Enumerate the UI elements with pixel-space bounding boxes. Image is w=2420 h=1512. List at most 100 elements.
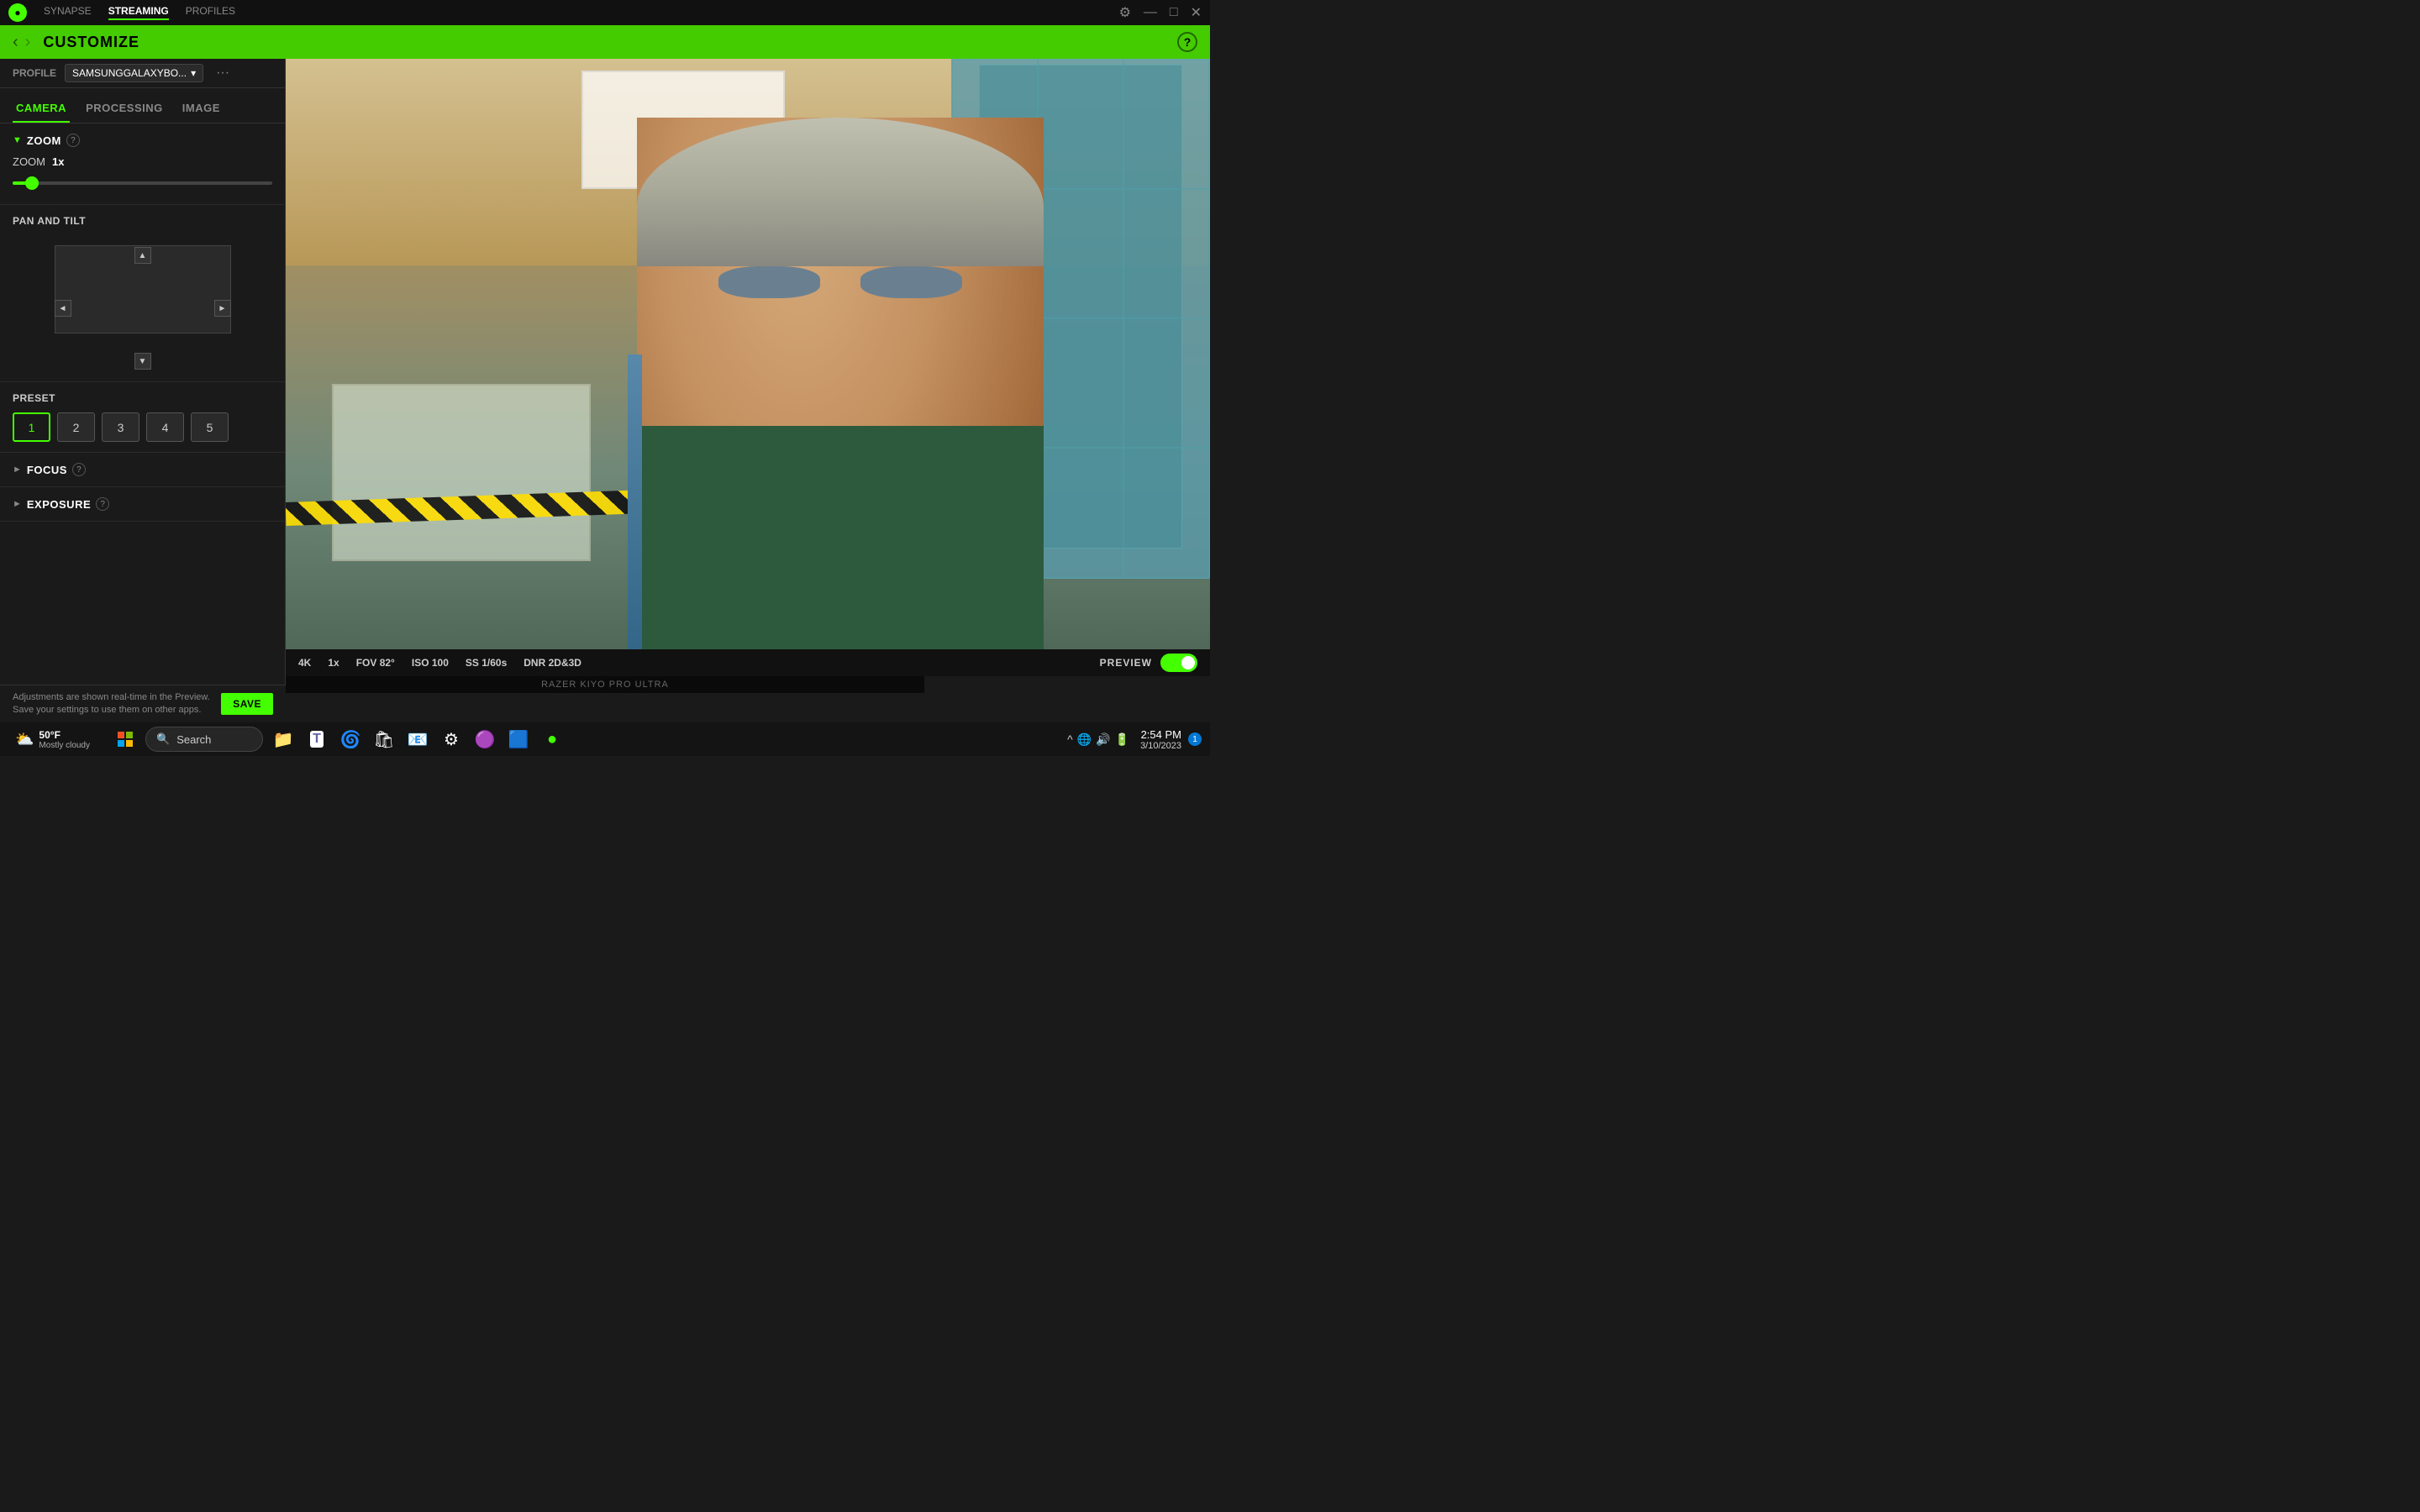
volume-icon[interactable]: 🔊 (1096, 732, 1110, 747)
chevron-up-icon[interactable]: ^ (1067, 732, 1073, 746)
taskbar: ⛅ 50°F Mostly cloudy 🔍 Search 📁 T 🌀 (0, 722, 1210, 756)
taskbar-email[interactable]: 📧 (404, 726, 431, 753)
status-dnr: DNR 2D&3D (523, 657, 581, 669)
preset-btn-5[interactable]: 5 (191, 412, 229, 442)
forward-arrow[interactable]: › (25, 33, 31, 52)
pan-up-button[interactable]: ▲ (134, 247, 151, 264)
teal-app-icon: 🟦 (508, 729, 529, 750)
taskbar-settings-app[interactable]: ⚙ (438, 726, 465, 753)
sidebar: PROFILE SAMSUNGGALAXYBO... ▾ ··· CAMERA … (0, 59, 286, 693)
notification-text: Adjustments are shown real-time in the P… (13, 691, 213, 693)
preset-label: PRESET (13, 392, 272, 404)
exposure-chevron-icon: ► (13, 499, 22, 509)
edge-icon: 🌀 (340, 729, 361, 750)
settings-app-icon: ⚙ (444, 729, 459, 750)
help-button[interactable]: ? (1177, 32, 1197, 52)
pan-down-button[interactable]: ▼ (134, 353, 151, 370)
date-display: 3/10/2023 (1140, 741, 1181, 751)
status-resolution: 4K (298, 657, 311, 669)
back-arrow[interactable]: ‹ (13, 33, 18, 52)
windows-logo-icon (118, 732, 133, 747)
title-bar: ● SYNAPSE STREAMING PROFILES ⚙ — □ ✕ (0, 0, 1210, 25)
pan-right-button[interactable]: ► (214, 300, 231, 317)
content-area: PROFILE SAMSUNGGALAXYBO... ▾ ··· CAMERA … (0, 59, 1210, 693)
razer-green-icon: ● (547, 730, 557, 749)
status-shutter: SS 1/60s (466, 657, 507, 669)
focus-help-icon[interactable]: ? (72, 463, 86, 476)
battery-icon[interactable]: 🔋 (1115, 732, 1129, 747)
weather-icon: ⛅ (15, 731, 34, 748)
time-display: 2:54 PM (1140, 728, 1181, 741)
pan-tilt-control: ▲ ▼ ◄ ► (34, 245, 252, 371)
focus-section: ► FOCUS ? (0, 453, 285, 487)
zoom-section: ▼ ZOOM ? ZOOM 1x (0, 123, 285, 205)
nav-profiles[interactable]: PROFILES (186, 5, 235, 20)
maximize-button[interactable]: □ (1170, 5, 1178, 20)
search-icon: 🔍 (156, 732, 170, 746)
preset-btn-1[interactable]: 1 (13, 412, 50, 442)
profile-label: PROFILE (13, 67, 56, 79)
taskbar-search[interactable]: 🔍 Search (145, 727, 263, 752)
zoom-slider[interactable] (13, 181, 272, 185)
exposure-help-icon[interactable]: ? (96, 497, 109, 511)
header-bar: ‹ › CUSTOMIZE ? (0, 25, 1210, 59)
system-tray: ^ 🌐 🔊 🔋 (1063, 732, 1134, 747)
preview-toggle-switch[interactable] (1160, 654, 1197, 672)
taskbar-store[interactable]: 🛍 (371, 726, 397, 753)
exposure-header[interactable]: ► EXPOSURE ? (13, 497, 272, 511)
profile-bar: PROFILE SAMSUNGGALAXYBO... ▾ ··· (0, 59, 286, 88)
preview-toggle: PREVIEW (1100, 654, 1197, 672)
taskbar-clock[interactable]: 2:54 PM 3/10/2023 (1140, 728, 1181, 751)
close-button[interactable]: ✕ (1191, 4, 1202, 21)
camera-preview (286, 59, 1210, 649)
tab-camera[interactable]: CAMERA (13, 95, 70, 123)
right-content: 4K 1x FOV 82° ISO 100 SS 1/60s DNR 2D&3D… (286, 59, 1210, 693)
preset-section: PRESET 1 2 3 4 5 (0, 382, 285, 453)
focus-title: FOCUS (27, 464, 67, 476)
zoom-value: 1x (52, 155, 64, 168)
preset-btn-3[interactable]: 3 (102, 412, 139, 442)
purple-app-icon: 🟣 (475, 729, 496, 750)
network-icon[interactable]: 🌐 (1077, 732, 1092, 747)
settings-icon[interactable]: ⚙ (1119, 4, 1131, 21)
weather-desc: Mostly cloudy (39, 741, 90, 750)
preset-btn-2[interactable]: 2 (57, 412, 95, 442)
pan-tilt-section: PAN AND TILT ▲ ▼ ◄ ► (0, 205, 285, 382)
preview-label: PREVIEW (1100, 657, 1152, 669)
store-icon: 🛍 (373, 729, 394, 750)
taskbar-app-teal[interactable]: 🟦 (505, 726, 532, 753)
device-name-bar: RAZER KIYO PRO ULTRA (286, 676, 924, 693)
notification-badge[interactable]: 1 (1188, 732, 1202, 746)
more-button[interactable]: ··· (216, 66, 229, 81)
taskbar-file-explorer[interactable]: 📁 (270, 726, 297, 753)
focus-header[interactable]: ► FOCUS ? (13, 463, 272, 476)
taskbar-razer-green[interactable]: ● (539, 726, 566, 753)
zoom-header[interactable]: ▼ ZOOM ? (13, 134, 272, 147)
teams-icon: T (310, 731, 324, 748)
search-text: Search (176, 733, 211, 746)
taskbar-teams[interactable]: T (303, 726, 330, 753)
taskbar-edge[interactable]: 🌀 (337, 726, 364, 753)
email-icon: 📧 (408, 729, 429, 750)
minimize-button[interactable]: — (1144, 5, 1157, 20)
preset-btn-4[interactable]: 4 (146, 412, 184, 442)
start-button[interactable] (112, 726, 139, 753)
device-name: RAZER KIYO PRO ULTRA (541, 680, 669, 690)
status-zoom: 1x (328, 657, 339, 669)
zoom-help-icon[interactable]: ? (66, 134, 80, 147)
tab-bar: CAMERA PROCESSING IMAGE (0, 88, 285, 123)
exposure-section: ► EXPOSURE ? (0, 487, 285, 522)
exposure-title: EXPOSURE (27, 498, 91, 511)
status-fov: FOV 82° (356, 657, 395, 669)
pan-left-button[interactable]: ◄ (55, 300, 71, 317)
taskbar-app-purple[interactable]: 🟣 (471, 726, 498, 753)
status-bar: 4K 1x FOV 82° ISO 100 SS 1/60s DNR 2D&3D… (286, 649, 1210, 676)
tab-processing[interactable]: PROCESSING (82, 95, 166, 123)
tab-image[interactable]: IMAGE (179, 95, 224, 123)
notification-bar: Adjustments are shown real-time in the P… (0, 685, 286, 693)
file-explorer-icon: 📁 (273, 729, 294, 750)
profile-dropdown[interactable]: SAMSUNGGALAXYBO... ▾ (65, 64, 203, 82)
status-iso: ISO 100 (412, 657, 449, 669)
nav-streaming[interactable]: STREAMING (108, 5, 169, 20)
nav-synapse[interactable]: SYNAPSE (44, 5, 92, 20)
